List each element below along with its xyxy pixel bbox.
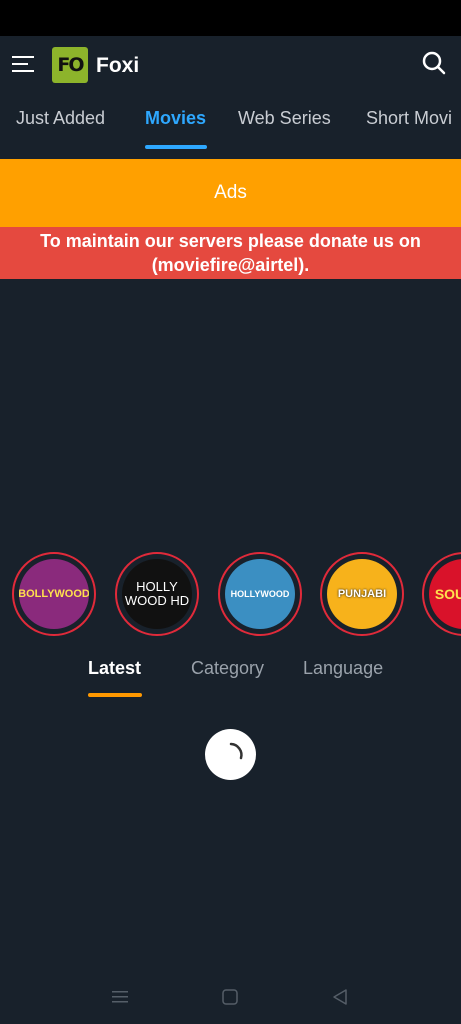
hollywood-hd-text: HOLLY WOOD HD <box>124 579 190 608</box>
loading-spinner-icon <box>229 742 243 759</box>
home-icon[interactable] <box>219 986 241 1008</box>
tab-web-series[interactable]: Web Series <box>238 108 331 129</box>
tab-just-added[interactable]: Just Added <box>16 108 105 129</box>
south-indian-text: SOU IND <box>434 585 461 602</box>
menu-icon[interactable] <box>12 54 36 74</box>
hollywood-hd-logo: HOLLY WOOD HD <box>122 559 192 629</box>
main-tabs: Just Added Movies Web Series Short Movi <box>0 96 461 154</box>
system-nav-bar <box>0 970 461 1024</box>
ads-label: Ads <box>214 182 247 203</box>
donate-message: To maintain our servers please donate us… <box>40 231 421 275</box>
category-punjabi[interactable]: PUNJABI <box>320 552 404 636</box>
active-tab-indicator <box>145 145 207 149</box>
south-indian-logo: SOU IND <box>429 559 461 629</box>
category-carousel: BOLLYWOOD HOLLY WOOD HD HOLLYWOOD PUNJAB… <box>0 552 461 638</box>
bollywood-text: BOLLYWOOD <box>19 588 89 600</box>
punjabi-text: PUNJABI <box>337 588 387 600</box>
loading-spinner <box>205 729 256 780</box>
subtab-category[interactable]: Category <box>191 658 264 679</box>
status-bar <box>0 0 461 36</box>
ads-banner[interactable]: Ads <box>0 159 461 227</box>
subtab-latest[interactable]: Latest <box>88 658 141 679</box>
bollywood-logo: BOLLYWOOD <box>19 559 89 629</box>
search-icon[interactable] <box>421 50 447 76</box>
active-subtab-indicator <box>88 693 142 697</box>
recents-icon[interactable] <box>109 986 131 1008</box>
category-hollywood[interactable]: HOLLYWOOD <box>218 552 302 636</box>
category-bollywood[interactable]: BOLLYWOOD <box>12 552 96 636</box>
donate-banner: To maintain our servers please donate us… <box>0 227 461 279</box>
tab-short-movies[interactable]: Short Movi <box>366 108 452 129</box>
logo-text: FO <box>57 54 84 76</box>
app-title: Foxi <box>96 54 140 77</box>
content-subtabs: Latest Category Language <box>0 652 461 702</box>
punjabi-logo: PUNJABI <box>327 559 397 629</box>
tab-movies[interactable]: Movies <box>145 108 206 129</box>
hollywood-text: HOLLYWOOD <box>230 589 290 599</box>
subtab-language[interactable]: Language <box>303 658 383 679</box>
hollywood-logo: HOLLYWOOD <box>225 559 295 629</box>
category-hollywood-hd[interactable]: HOLLY WOOD HD <box>115 552 199 636</box>
category-south-indian[interactable]: SOU IND <box>422 552 461 636</box>
app-bar: FO Foxi <box>0 36 461 96</box>
app-logo: FO <box>52 47 88 83</box>
back-icon[interactable] <box>329 986 351 1008</box>
